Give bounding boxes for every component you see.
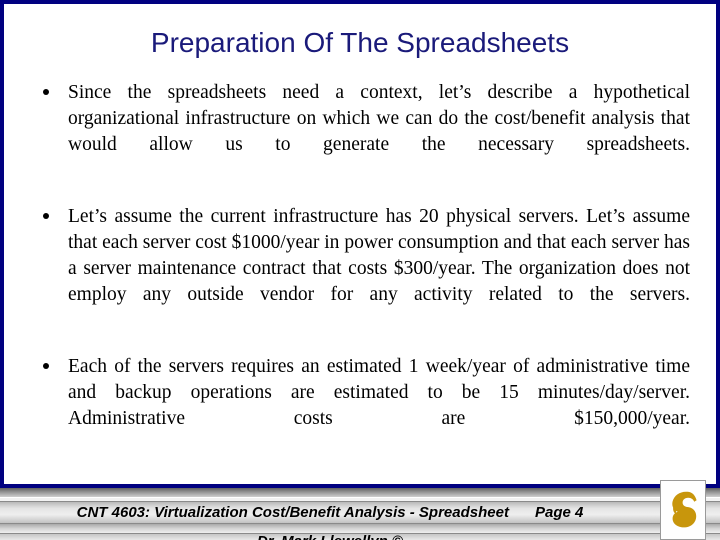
footer-gradient-upper (0, 488, 720, 497)
slide-footer: CNT 4603: Virtualization Cost/Benefit An… (0, 480, 720, 540)
footer-text-row: CNT 4603: Virtualization Cost/Benefit An… (0, 501, 660, 524)
slide: Preparation Of The Spreadsheets Since th… (0, 0, 720, 540)
list-item-text: Let’s assume the current infrastructure … (68, 206, 690, 305)
slide-border-right (716, 0, 720, 500)
slide-border-top (0, 0, 720, 4)
list-item: Let’s assume the current infrastructure … (30, 204, 690, 334)
list-item: Each of the servers requires an estimate… (30, 354, 690, 458)
page-title: Preparation Of The Spreadsheets (150, 27, 570, 58)
list-item-text: Since the spreadsheets need a context, l… (68, 82, 690, 155)
list-item: Since the spreadsheets need a context, l… (30, 80, 690, 184)
slide-border-left (0, 0, 4, 500)
slide-body: Since the spreadsheets need a context, l… (30, 80, 690, 458)
bullet-dot-icon (43, 213, 49, 219)
footer-author-label: Dr. Mark Llewellyn © (0, 534, 660, 540)
bullet-dot-icon (43, 363, 49, 369)
list-item-text: Each of the servers requires an estimate… (68, 356, 690, 429)
footer-page-number: Page 4 (534, 504, 584, 521)
ucf-pegasus-logo (660, 480, 706, 540)
footer-gradient-lower (0, 524, 720, 533)
bullet-dot-icon (43, 89, 49, 95)
footer-course-label: CNT 4603: Virtualization Cost/Benefit An… (76, 504, 509, 521)
